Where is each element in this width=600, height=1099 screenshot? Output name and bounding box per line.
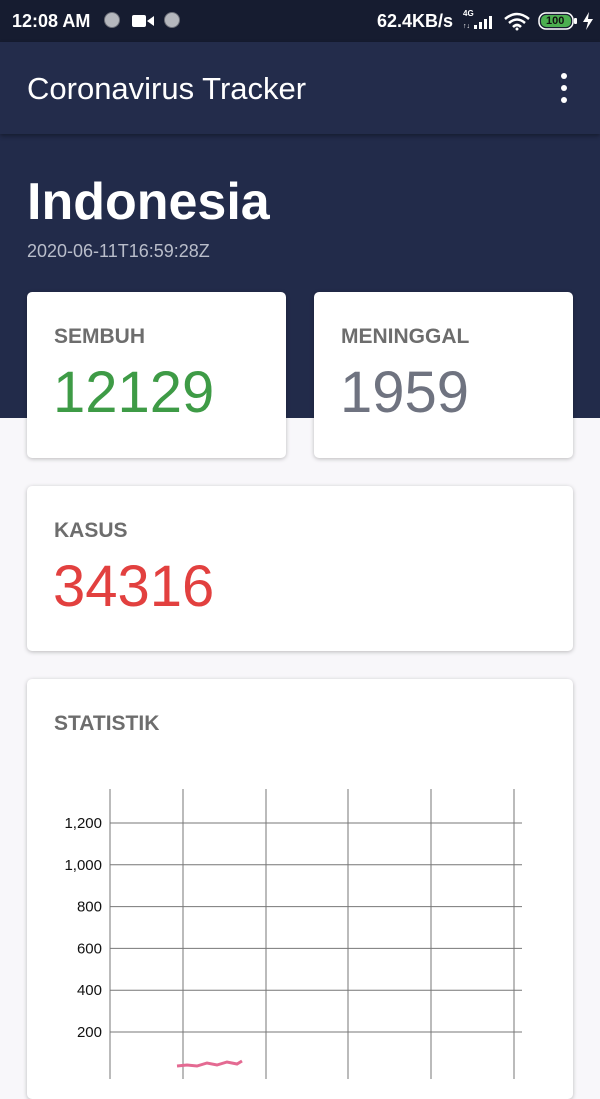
- video-camera-icon: [132, 15, 154, 27]
- app-title: Coronavirus Tracker: [27, 71, 307, 106]
- statistics-card: STATISTIK 1,200 1,000 800 600 400 200: [27, 679, 573, 1099]
- cases-value: 34316: [53, 554, 215, 619]
- chart-y-tick-label: 200: [77, 1024, 102, 1041]
- chart-y-tick-label: 1,000: [64, 857, 102, 874]
- overflow-menu-button[interactable]: [550, 70, 578, 106]
- wifi-icon: [504, 12, 530, 31]
- chart-y-tick-label: 1,200: [64, 815, 102, 832]
- battery-level: 100: [546, 15, 565, 27]
- signal-strength-icon: ↑↓: [463, 16, 492, 30]
- charging-icon: [583, 12, 593, 30]
- deaths-value: 1959: [340, 360, 470, 425]
- recovered-card: SEMBUH 12129: [27, 292, 286, 458]
- notification-dot-icon: [104, 12, 120, 28]
- chart-y-tick-label: 800: [77, 899, 102, 916]
- deaths-card: MENINGGAL 1959: [314, 292, 573, 458]
- recovered-label: SEMBUH: [54, 325, 146, 348]
- statistics-chart: 1,200 1,000 800 600 400 200: [64, 789, 522, 1079]
- status-bar: 12:08 AM 62.4KB/s 4G ↑↓ 100: [0, 0, 600, 42]
- cases-label: KASUS: [54, 519, 128, 542]
- cases-card: KASUS 34316: [27, 486, 573, 651]
- deaths-label: MENINGGAL: [341, 325, 470, 348]
- chart-y-tick-label: 600: [77, 940, 102, 957]
- chart-y-tick-label: 400: [77, 982, 102, 999]
- more-vert-icon: [561, 73, 567, 79]
- network-speed: 62.4KB/s: [377, 11, 454, 31]
- app-toolbar: Coronavirus Tracker: [0, 42, 600, 134]
- status-time: 12:08 AM: [12, 11, 91, 31]
- svg-text:↑↓: ↑↓: [463, 23, 470, 30]
- country-name: Indonesia: [27, 173, 270, 231]
- chart-series-line: [176, 1059, 243, 1068]
- notification-dot-icon: [164, 12, 180, 28]
- recovered-value: 12129: [53, 360, 215, 425]
- last-updated: 2020-06-11T16:59:28Z: [27, 241, 210, 261]
